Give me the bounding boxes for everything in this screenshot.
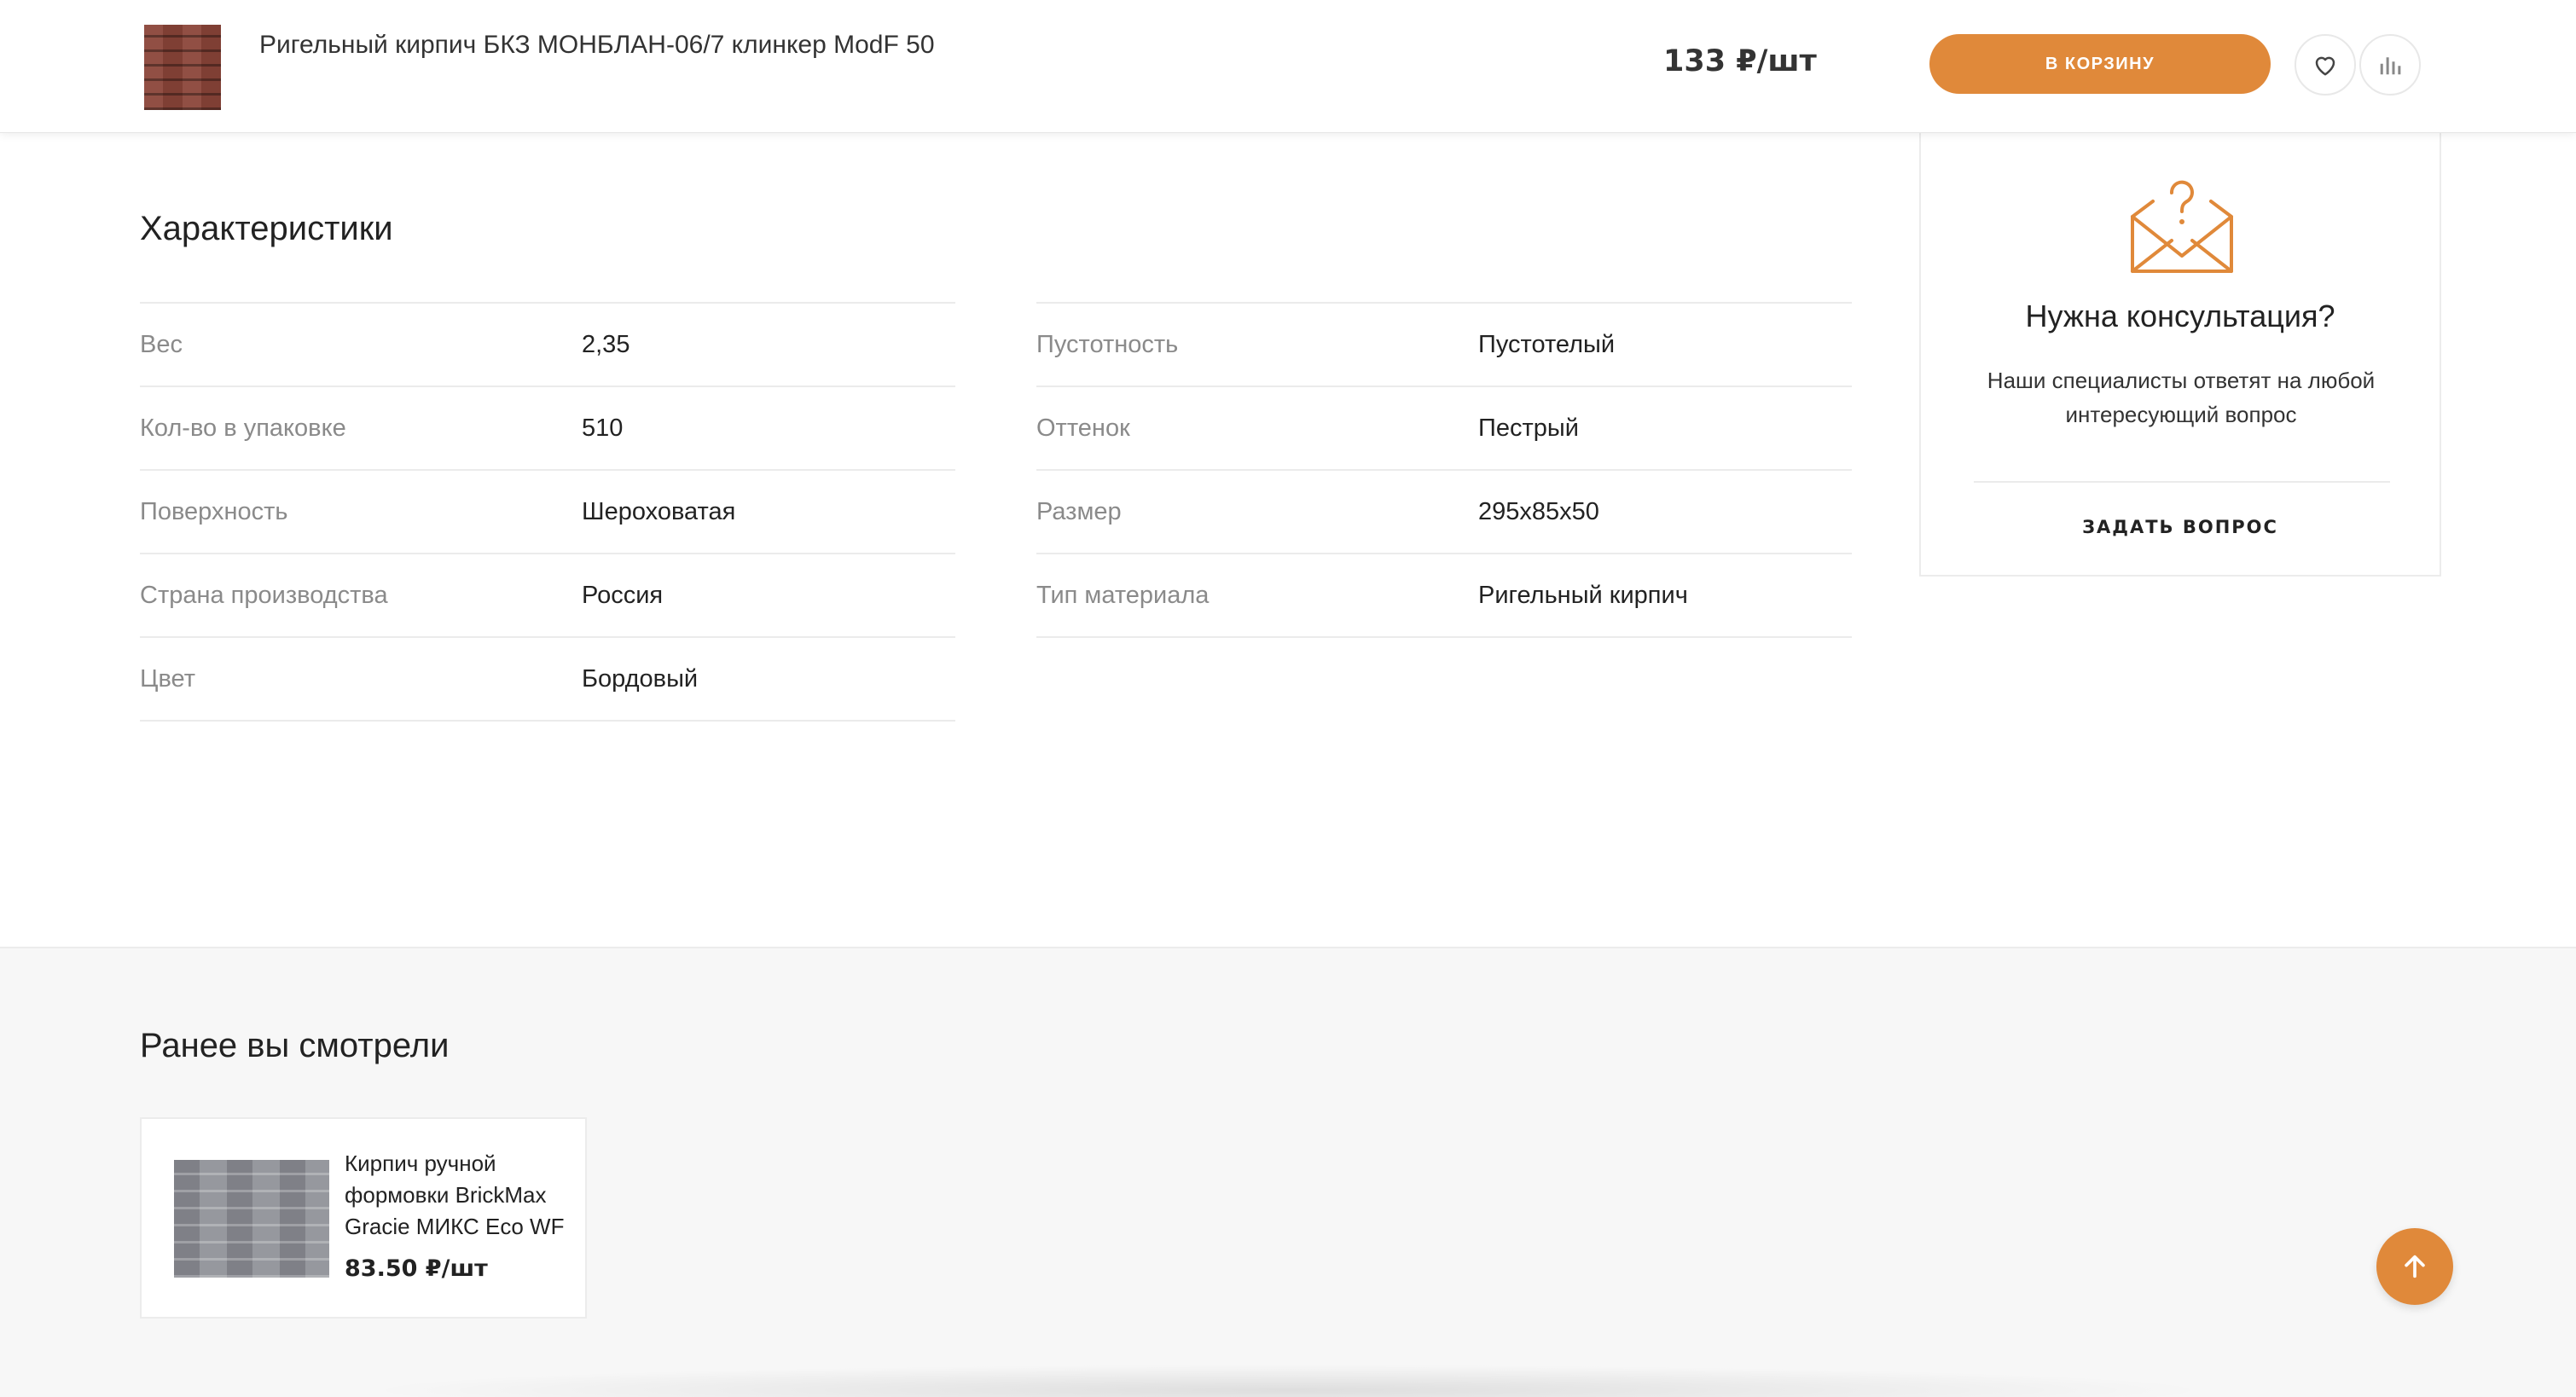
bar-chart-icon xyxy=(2380,57,2401,75)
spec-row: Страна производства Россия xyxy=(140,554,955,638)
ask-question-link[interactable]: ЗАДАТЬ ВОПРОС xyxy=(1921,517,2440,537)
product-price: 133 ₽/шт xyxy=(1663,44,1817,78)
recent-product-image[interactable] xyxy=(174,1160,329,1278)
spec-row: Кол-во в упаковке 510 xyxy=(140,387,955,471)
spec-row: Поверхность Шероховатая xyxy=(140,471,955,554)
spec-label: Страна производства xyxy=(140,581,388,609)
sticky-product-header: Ригельный кирпич БКЗ МОНБЛАН-06/7 клинке… xyxy=(0,0,2576,133)
arrow-up-icon xyxy=(2405,1255,2425,1278)
spec-label: Размер xyxy=(1036,497,1122,525)
spec-row: Пустотность Пустотелый xyxy=(1036,304,1852,387)
spec-label: Вес xyxy=(140,330,183,358)
consultation-text: Наши специалисты ответят на любой интере… xyxy=(1987,368,2376,427)
recent-product-price: 83.50 ₽/шт xyxy=(345,1255,488,1282)
specs-table-right: Пустотность Пустотелый Оттенок Пестрый Р… xyxy=(1036,302,1852,638)
spec-label: Оттенок xyxy=(1036,414,1130,442)
divider xyxy=(1974,481,2390,483)
consultation-card: Нужна консультация? Наши специалисты отв… xyxy=(1919,128,2441,577)
spec-value: Пустотелый xyxy=(1478,330,1616,358)
spec-value: Пестрый xyxy=(1478,414,1579,442)
favorite-button[interactable] xyxy=(2295,34,2356,96)
spec-label: Пустотность xyxy=(1036,330,1179,358)
specs-table-left: Вес 2,35 Кол-во в упаковке 510 Поверхнос… xyxy=(140,302,955,722)
spec-label: Кол-во в упаковке xyxy=(140,414,346,442)
spec-value: 295x85x50 xyxy=(1478,497,1599,525)
spec-row: Оттенок Пестрый xyxy=(1036,387,1852,471)
spec-value: Бордовый xyxy=(582,664,699,693)
spec-label: Тип материала xyxy=(1036,581,1210,609)
envelope-question-icon xyxy=(2131,180,2233,273)
compare-button[interactable] xyxy=(2359,34,2421,96)
add-to-cart-button[interactable]: В КОРЗИНУ xyxy=(1929,34,2271,94)
recent-product-name[interactable]: Кирпич ручной формовки BrickMax Gracie М… xyxy=(345,1148,575,1243)
spec-row: Тип материала Ригельный кирпич xyxy=(1036,554,1852,638)
spec-value: Шероховатая xyxy=(582,497,736,525)
recent-product-card[interactable]: Кирпич ручной формовки BrickMax Gracie М… xyxy=(140,1117,587,1319)
heart-icon xyxy=(2315,56,2335,76)
spec-value: 2,35 xyxy=(582,330,630,358)
product-title: Ригельный кирпич БКЗ МОНБЛАН-06/7 клинке… xyxy=(259,31,935,59)
specs-title: Характеристики xyxy=(140,210,393,247)
recently-viewed-title: Ранее вы смотрели xyxy=(140,1027,450,1064)
spec-row: Размер 295x85x50 xyxy=(1036,471,1852,554)
spec-row: Цвет Бордовый xyxy=(140,638,955,722)
spec-value: Ригельный кирпич xyxy=(1478,581,1688,609)
spec-label: Поверхность xyxy=(140,497,288,525)
consultation-title: Нужна консультация? xyxy=(2025,299,2335,333)
spec-label: Цвет xyxy=(140,664,195,693)
spec-value: Россия xyxy=(582,581,664,609)
recently-viewed-section: Ранее вы смотрели Кирпич ручной формовки… xyxy=(0,947,2576,1397)
spec-row: Вес 2,35 xyxy=(140,304,955,387)
spec-value: 510 xyxy=(582,414,624,442)
scroll-to-top-button[interactable] xyxy=(2376,1228,2453,1305)
product-thumbnail[interactable] xyxy=(144,25,221,110)
bottom-shadow xyxy=(358,1365,2218,1397)
